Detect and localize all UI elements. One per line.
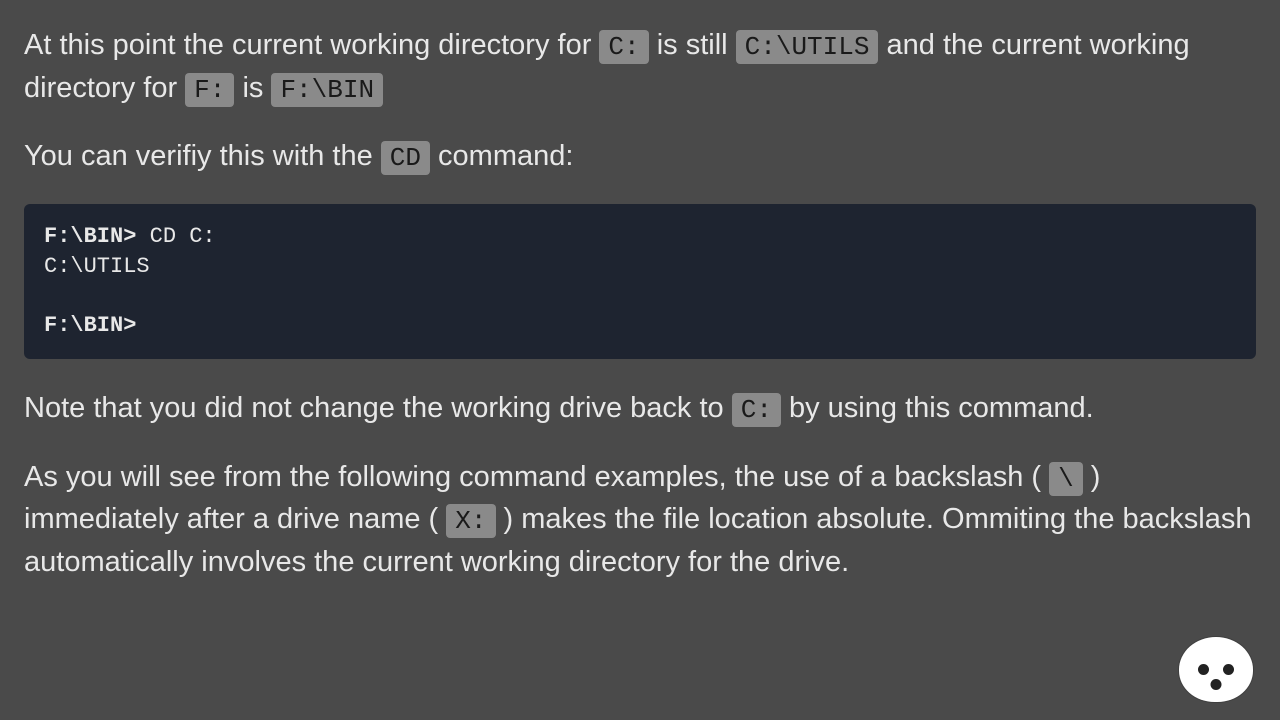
inline-code-f-bin: F:\BIN: [271, 73, 383, 107]
code-output: C:\UTILS: [44, 254, 150, 279]
paragraph-verify: You can verifiy this with the CD command…: [24, 135, 1256, 178]
inline-code-x-drive: X:: [446, 504, 495, 538]
text: is: [234, 72, 271, 104]
paragraph-note-no-drive-change: Note that you did not change the working…: [24, 387, 1256, 430]
code-command: CD C:: [136, 224, 215, 249]
inline-code-f-drive: F:: [185, 73, 234, 107]
code-block-cd-example: F:\BIN> CD C: C:\UTILS F:\BIN>: [24, 204, 1256, 359]
inline-code-c-drive: C:: [732, 393, 781, 427]
avatar-icon: [1179, 637, 1253, 702]
code-prompt: F:\BIN>: [44, 224, 136, 249]
inline-code-c-drive: C:: [599, 30, 648, 64]
paragraph-backslash-explainer: As you will see from the following comma…: [24, 456, 1256, 583]
paragraph-cwd-explainer: At this point the current working direct…: [24, 24, 1256, 109]
text: is still: [649, 29, 736, 61]
text: At this point the current working direct…: [24, 29, 599, 61]
code-prompt: F:\BIN>: [44, 313, 136, 338]
inline-code-c-utils: C:\UTILS: [736, 30, 879, 64]
inline-code-cd: CD: [381, 141, 430, 175]
text: As you will see from the following comma…: [24, 461, 1049, 493]
text: Note that you did not change the working…: [24, 392, 732, 424]
text: by using this command.: [781, 392, 1094, 424]
text: command:: [430, 140, 573, 172]
text: You can verifiy this with the: [24, 140, 381, 172]
inline-code-backslash: \: [1049, 462, 1083, 496]
